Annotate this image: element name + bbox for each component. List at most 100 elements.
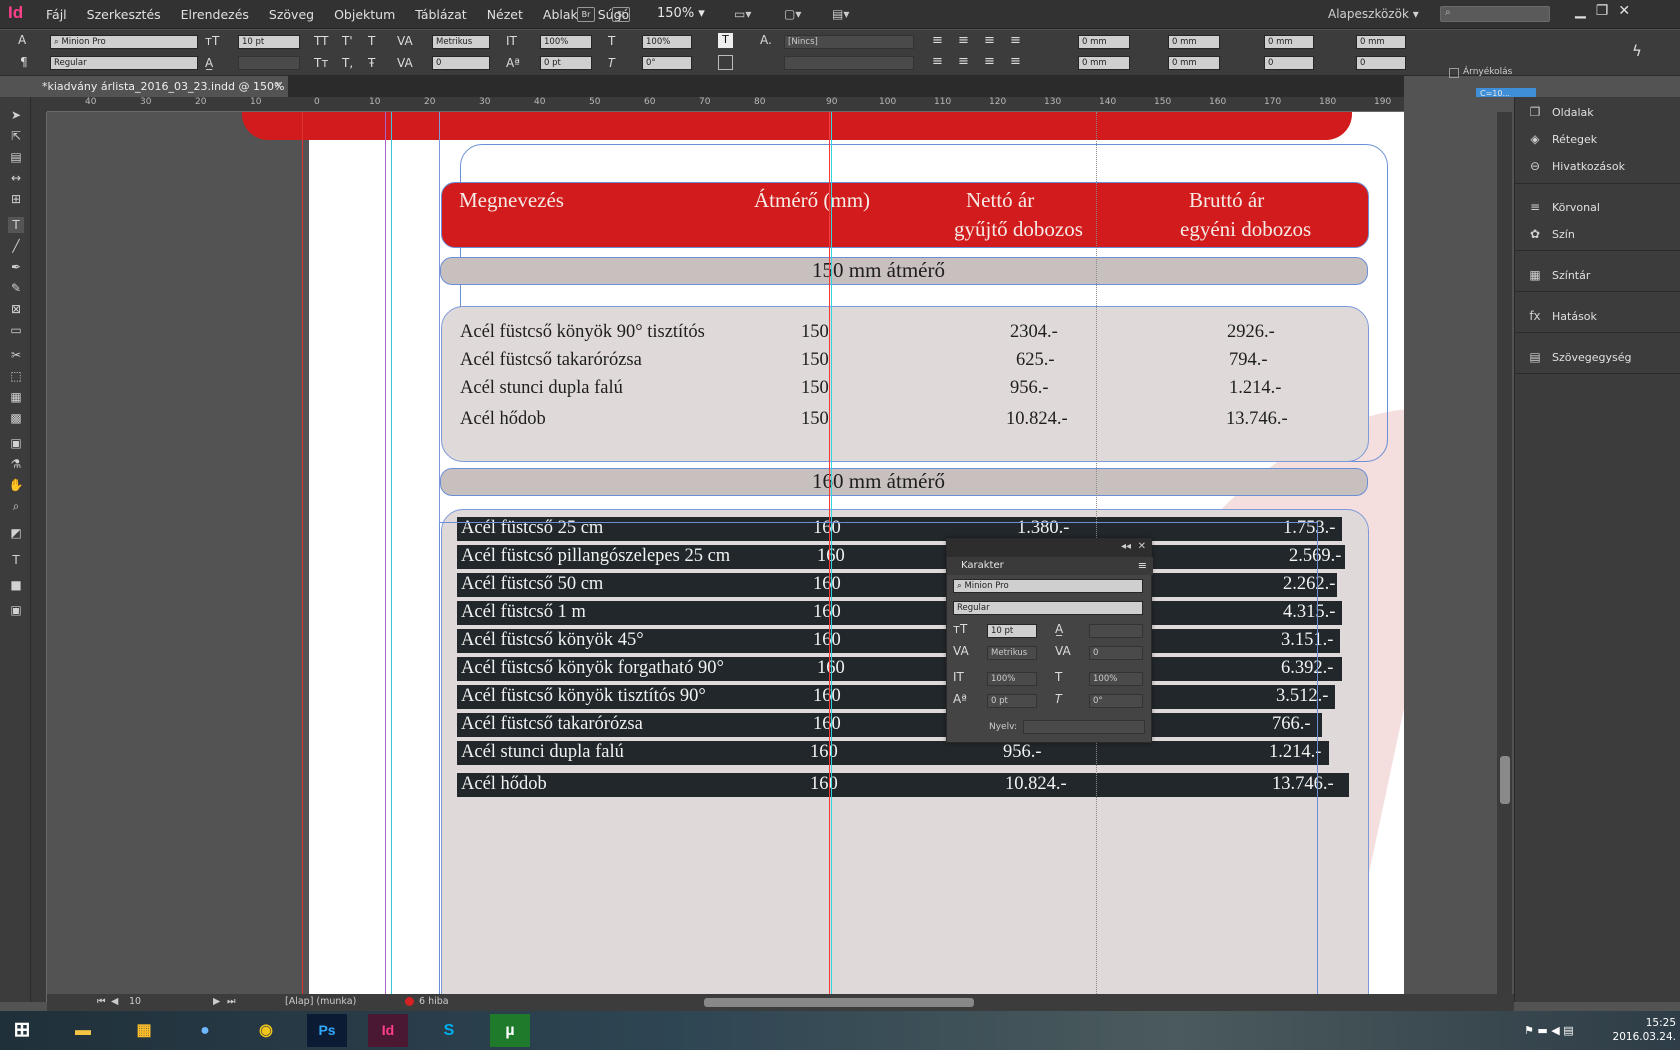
all-caps-icon[interactable]: TT xyxy=(314,34,328,48)
screen-mode-tool-icon[interactable]: ▣ xyxy=(8,602,24,618)
justify-all-icon[interactable]: ≡ xyxy=(1010,54,1021,69)
last-page-icon[interactable]: ⏭ xyxy=(227,996,236,1007)
zoom-tool-icon[interactable]: ⌕ xyxy=(8,498,24,514)
next-page-icon[interactable]: ▶ xyxy=(213,996,220,1007)
align-right-icon[interactable]: ≡ xyxy=(984,33,995,48)
rectangle-tool-icon[interactable]: ▭ xyxy=(8,322,24,338)
master-page[interactable]: [Alap] (munka) xyxy=(285,996,356,1007)
page-number[interactable]: 10 xyxy=(129,996,141,1007)
close-panel-icon[interactable]: ✕ xyxy=(1138,541,1146,552)
align-center-icon[interactable]: ≡ xyxy=(958,33,969,48)
menu-layout[interactable]: Elrendezés xyxy=(181,7,249,22)
row-150-1-gross[interactable]: 794.- xyxy=(1229,350,1268,371)
menu-table[interactable]: Táblázat xyxy=(415,7,466,22)
close-icon[interactable]: ✕ xyxy=(1618,3,1630,19)
panel-leading-field[interactable] xyxy=(1089,624,1143,638)
prev-page-icon[interactable]: ◀ xyxy=(111,996,118,1007)
fill-stroke-icon[interactable]: ◩ xyxy=(8,525,24,541)
panel-font-size-field[interactable]: 10 pt xyxy=(987,624,1037,638)
gap-tool-icon[interactable]: ↔ xyxy=(8,170,24,186)
rectangle-frame-tool-icon[interactable]: ⊠ xyxy=(8,301,24,317)
tracking-field[interactable]: 0 xyxy=(432,56,490,70)
note-tool-icon[interactable]: ▣ xyxy=(8,435,24,451)
panel-language-field[interactable] xyxy=(1023,720,1145,734)
free-transform-tool-icon[interactable]: ⬚ xyxy=(8,368,24,384)
type-tool-icon[interactable]: T xyxy=(8,217,24,233)
row-150-0-d[interactable]: 150 xyxy=(801,322,829,343)
horizontal-ruler[interactable]: 40 30 20 10 0 10 20 30 40 50 60 70 80 90… xyxy=(47,97,1404,112)
vertical-scale-field[interactable]: 100% xyxy=(540,35,592,49)
collapse-panel-icon[interactable]: ◂◂ xyxy=(1121,541,1131,552)
search-input[interactable]: ⌕ xyxy=(1440,6,1550,22)
font-style-field[interactable]: Regular xyxy=(50,56,198,70)
horizontal-scroll-thumb[interactable] xyxy=(704,998,974,1007)
windows-start-icon[interactable]: ⊞ xyxy=(2,1014,42,1047)
justify-center-icon[interactable]: ≡ xyxy=(958,54,969,69)
menu-view[interactable]: Nézet xyxy=(487,7,523,22)
space-after-field[interactable]: 0 mm xyxy=(1356,35,1406,49)
small-caps-icon[interactable]: Tᴛ xyxy=(314,56,328,70)
font-size-field[interactable]: 10 pt xyxy=(238,35,300,49)
row-150-2-d[interactable]: 150 xyxy=(801,378,829,399)
row-150-2-name[interactable]: Acél stunci dupla falú xyxy=(460,378,623,399)
text-frame-160[interactable] xyxy=(439,522,1318,1002)
baseline-shift-field[interactable]: 0 pt xyxy=(540,56,592,70)
justify-icon[interactable]: ≡ xyxy=(1010,33,1021,48)
gradient-feather-tool-icon[interactable]: ▩ xyxy=(8,410,24,426)
file-explorer-icon[interactable]: ▬ xyxy=(63,1014,103,1047)
row-150-0-name[interactable]: Acél füstcső könyök 90° tisztítós xyxy=(460,322,705,343)
stroke-none-icon[interactable] xyxy=(718,55,733,70)
row-150-3-d[interactable]: 150 xyxy=(801,409,829,430)
document-canvas[interactable]: Megnevezés Átmérő (mm) Nettó ár gyűjtő d… xyxy=(47,112,1404,1002)
panel-swatches[interactable]: ▦ Színtár xyxy=(1527,268,1590,282)
justify-left-icon[interactable]: ≡ xyxy=(932,54,943,69)
drop-cap-chars-field[interactable]: 0 xyxy=(1356,56,1406,70)
strikethrough-icon[interactable]: Ŧ xyxy=(368,56,375,70)
clock[interactable]: 15:25 2016.03.24. xyxy=(1596,1016,1676,1044)
arrange-documents-icon[interactable]: ▤▾ xyxy=(832,7,862,22)
row-150-1-net[interactable]: 625.- xyxy=(1016,350,1055,371)
document-tab[interactable]: *kiadvány árlista_2016_03_23.indd @ 150%… xyxy=(30,76,288,97)
vertical-scrollbar[interactable] xyxy=(1497,112,1512,1002)
line-tool-icon[interactable]: ╱ xyxy=(8,238,24,254)
row-150-2-gross[interactable]: 1.214.- xyxy=(1229,378,1281,399)
apps-grid-icon[interactable]: ▦ xyxy=(124,1014,164,1047)
ruler-origin[interactable] xyxy=(31,97,47,112)
panel-font-style-field[interactable]: Regular xyxy=(953,601,1143,615)
row-150-0-net[interactable]: 2304.- xyxy=(1010,322,1058,343)
character-panel[interactable]: ◂◂ ✕ Karakter ≡ ⌕ Minion Pro Regular ᴛT … xyxy=(946,538,1153,743)
row-150-1-name[interactable]: Acél füstcső takarórózsa xyxy=(460,350,642,371)
skew-field[interactable]: 0° xyxy=(642,56,692,70)
row-150-3-gross[interactable]: 13.746.- xyxy=(1226,409,1288,430)
row-150-2-net[interactable]: 956.- xyxy=(1010,378,1049,399)
justify-right-icon[interactable]: ≡ xyxy=(984,54,995,69)
eyedropper-tool-icon[interactable]: ⚗ xyxy=(8,456,24,472)
menu-window[interactable]: Ablak xyxy=(543,7,578,22)
quick-apply-icon[interactable]: ϟ xyxy=(1632,42,1642,60)
workspace-select[interactable]: Alapeszközök ▾ xyxy=(1328,7,1419,21)
panel-kerning-field[interactable]: Metrikus xyxy=(987,646,1037,660)
row-150-3-name[interactable]: Acél hődob xyxy=(460,409,546,430)
last-line-indent-field[interactable]: 0 mm xyxy=(1168,56,1220,70)
selection-tool-icon[interactable]: ➤ xyxy=(8,107,24,123)
panel-story[interactable]: ▤ Szövegegység xyxy=(1527,350,1631,364)
panel-tracking-field[interactable]: 0 xyxy=(1089,646,1143,660)
paragraph-mode-icon[interactable]: ¶ xyxy=(20,55,28,69)
menu-type[interactable]: Szöveg xyxy=(269,7,314,22)
hand-tool-icon[interactable]: ✋ xyxy=(8,477,24,493)
first-line-indent-field[interactable]: 0 mm xyxy=(1078,56,1130,70)
panel-hscale-field[interactable]: 100% xyxy=(1089,672,1143,686)
stock-button[interactable]: St xyxy=(612,7,630,22)
gradient-swatch-tool-icon[interactable]: ▦ xyxy=(8,389,24,405)
character-style-field[interactable]: [Nincs] xyxy=(784,35,914,49)
panel-effects[interactable]: fx Hatások xyxy=(1527,309,1597,323)
subscript-icon[interactable]: T, xyxy=(342,56,353,70)
chrome-icon[interactable]: ◉ xyxy=(246,1014,286,1047)
indesign-taskbar-icon[interactable]: Id xyxy=(368,1014,408,1047)
superscript-icon[interactable]: T' xyxy=(342,34,353,48)
menu-file[interactable]: Fájl xyxy=(46,7,67,22)
scissors-tool-icon[interactable]: ✂ xyxy=(8,347,24,363)
vertical-ruler[interactable] xyxy=(31,112,47,1002)
vertical-scroll-thumb[interactable] xyxy=(1500,756,1510,804)
panel-menu-icon[interactable]: ≡ xyxy=(1138,559,1147,572)
